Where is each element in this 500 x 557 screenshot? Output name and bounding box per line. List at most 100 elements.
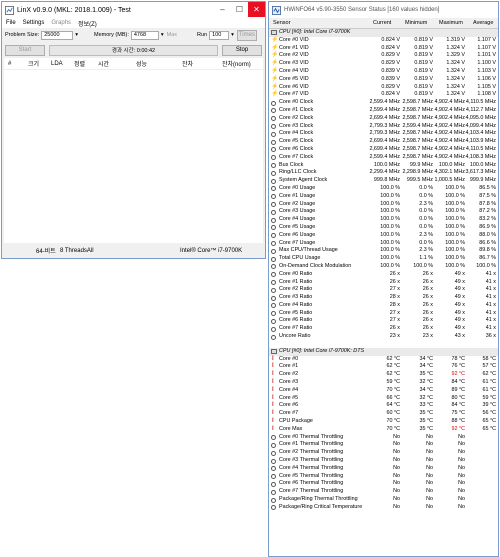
sensor-list[interactable]: CPU [#0]: Intel Core i7-9700K ⚡ Core #0 VI…	[269, 29, 498, 512]
sensor-row[interactable]: Max CPU/Thread Usage 100.0 % 2.3 % 100.0 % 8…	[269, 247, 498, 255]
sensor-row[interactable]: Core #3 Usage 100.0 % 0.0 % 100.0 % 87.2 %	[269, 208, 498, 216]
chevron-down-icon[interactable]: ▾	[75, 32, 78, 38]
sensor-row[interactable]: Bus Clock 100.0 MHz 99.9 MHz 100.0 MHz 100.0…	[269, 162, 498, 170]
menu-graphs[interactable]: Graphs	[51, 20, 71, 26]
col-lda[interactable]: LDA	[51, 61, 63, 67]
sensor-row[interactable]: ǀ Core Max 70 °C 35 °C 92 °C 65 °C	[269, 426, 498, 434]
sensor-name: Core #3	[279, 379, 299, 386]
col-maximum[interactable]: Maximum	[439, 20, 463, 26]
sensor-row[interactable]: Core #7 Thermal Throttling No No No	[269, 488, 498, 496]
voltage-icon: ⚡	[271, 75, 279, 82]
sensor-row[interactable]: ǀ Core #1 62 °C 34 °C 76 °C 57 °C	[269, 363, 498, 371]
menu-info[interactable]: 정보(Z)	[78, 19, 97, 28]
sensor-row[interactable]: Core #5 Usage 100.0 % 0.0 % 100.0 % 86.9 %	[269, 224, 498, 232]
sensor-row[interactable]: Core #4 Clock 2,799.3 MHz 2,598.7 MHz 4,902…	[269, 130, 498, 138]
sensor-group-header[interactable]: CPU [#0]: Intel Core i7-9700K: DTS	[269, 347, 498, 356]
sensor-row[interactable]: On-Demand Clock Modulation 100.0 % 100.0 %…	[269, 263, 498, 271]
col-size[interactable]: 크기	[28, 59, 39, 68]
sensor-row[interactable]: ⚡ Core #2 VID 0.829 V 0.819 V 1.329 V 1.101 V	[269, 52, 498, 60]
sensor-row[interactable]: ǀ Core #7 60 °C 35 °C 75 °C 56 °C	[269, 410, 498, 418]
sensor-row[interactable]: Core #5 Thermal Throttling No No No	[269, 473, 498, 481]
chevron-down-icon[interactable]: ▾	[231, 32, 234, 38]
sensor-row[interactable]: Core #5 Ratio 27 x 26 x 49 x 41 x	[269, 310, 498, 318]
sensor-current: 62 °C	[386, 363, 400, 370]
menu-settings[interactable]: Settings	[23, 20, 45, 26]
stop-button[interactable]: Stop	[222, 44, 262, 56]
sensor-row[interactable]: Core #2 Usage 100.0 % 2.3 % 100.0 % 87.8 %	[269, 201, 498, 209]
sensor-row[interactable]: ⚡ Core #4 VID 0.839 V 0.819 V 1.324 V 1.103 V	[269, 68, 498, 76]
sensor-row[interactable]: Core #6 Usage 100.0 % 2.3 % 100.0 % 88.0 %	[269, 232, 498, 240]
sensor-row[interactable]: Package/Ring Critical Temperature No No No	[269, 504, 498, 512]
sensor-row[interactable]: Core #4 Thermal Throttling No No No	[269, 465, 498, 473]
col-align[interactable]: 정렬	[74, 59, 85, 68]
sensor-row[interactable]: Core #4 Ratio 28 x 26 x 49 x 41 x	[269, 302, 498, 310]
close-button[interactable]: ✕	[248, 2, 265, 17]
sensor-current: 100.0 %	[380, 262, 400, 269]
sensor-minimum: 2,598.7 MHz	[402, 138, 433, 145]
start-button[interactable]: Start	[5, 44, 45, 56]
sensor-row[interactable]: Core #0 Clock 2,599.4 MHz 2,598.7 MHz 4,902…	[269, 99, 498, 107]
sensor-row[interactable]: Core #5 Clock 2,699.4 MHz 2,598.7 MHz 4,902…	[269, 138, 498, 146]
menu-file[interactable]: File	[6, 20, 16, 26]
col-index[interactable]: #	[8, 61, 11, 67]
sensor-row[interactable]: Core #3 Thermal Throttling No No No	[269, 457, 498, 465]
col-minimum[interactable]: Minimum	[405, 20, 427, 26]
col-residual[interactable]: 잔차	[182, 59, 193, 68]
sensor-row[interactable]: ǀ Core #4 70 °C 34 °C 89 °C 61 °C	[269, 387, 498, 395]
memory-input[interactable]: 4768	[130, 30, 159, 40]
sensor-row[interactable]: Core #0 Ratio 26 x 26 x 49 x 41 x	[269, 271, 498, 279]
sensor-row[interactable]: ⚡ Core #0 VID 0.824 V 0.819 V 1.319 V 1.107 V	[269, 37, 498, 45]
sensor-row[interactable]: Uncore Ratio 23 x 23 x 43 x 36 x	[269, 333, 498, 341]
sensor-row[interactable]: Core #6 Clock 2,699.4 MHz 2,598.7 MHz 4,902…	[269, 146, 498, 154]
sensor-row[interactable]: System Agent Clock 999.8 MHz 999.5 MHz 1,00…	[269, 177, 498, 185]
sensor-row[interactable]: Core #6 Ratio 27 x 26 x 49 x 41 x	[269, 317, 498, 325]
sensor-row[interactable]: ⚡ Core #3 VID 0.829 V 0.819 V 1.324 V 1.100 V	[269, 60, 498, 68]
sensor-minimum: 0.0 %	[419, 216, 433, 223]
sensor-row[interactable]: Core #3 Clock 2,799.3 MHz 2,599.4 MHz 4,902…	[269, 123, 498, 131]
sensor-row[interactable]: ⚡ Core #5 VID 0.839 V 0.819 V 1.324 V 1.106 V	[269, 76, 498, 84]
sensor-row[interactable]: ǀ Core #0 62 °C 34 °C 78 °C 58 °C	[269, 356, 498, 364]
problem-size-input[interactable]: 25000	[41, 30, 74, 40]
sensor-row[interactable]: ⚡ Core #6 VID 0.829 V 0.819 V 1.324 V 1.105 V	[269, 84, 498, 92]
sensor-row[interactable]: Core #0 Thermal Throttling No No No	[269, 434, 498, 442]
sensor-row[interactable]: ⚡ Core #1 VID 0.824 V 0.819 V 1.324 V 1.107 V	[269, 45, 498, 53]
col-residual-norm[interactable]: 잔차(norm)	[222, 59, 251, 68]
results-table-body[interactable]	[4, 70, 263, 243]
sensor-group-header[interactable]: CPU [#0]: Intel Core i7-9700K	[269, 29, 498, 37]
chevron-down-icon[interactable]: ▾	[161, 32, 164, 38]
sensor-row[interactable]: Core #2 Ratio 27 x 26 x 49 x 41 x	[269, 286, 498, 294]
sensor-row[interactable]: ǀ Core #2 62 °C 35 °C 92 °C 62 °C	[269, 371, 498, 379]
col-sensor[interactable]: Sensor	[273, 20, 290, 26]
sensor-row[interactable]: Core #7 Usage 100.0 % 0.0 % 100.0 % 86.6 %	[269, 240, 498, 248]
sensor-row[interactable]: Core #1 Thermal Throttling No No No	[269, 441, 498, 449]
sensor-row[interactable]: Core #2 Clock 2,699.4 MHz 2,598.7 MHz 4,902…	[269, 115, 498, 123]
run-input[interactable]: 100	[209, 30, 230, 40]
col-average[interactable]: Average	[473, 20, 493, 26]
col-performance[interactable]: 성능	[136, 59, 147, 68]
sensor-row[interactable]: Core #3 Ratio 28 x 26 x 49 x 41 x	[269, 294, 498, 302]
sensor-row[interactable]: Total CPU Usage 100.0 % 1.1 % 100.0 % 86.7 %	[269, 255, 498, 263]
minimize-button[interactable]: –	[214, 2, 231, 17]
sensor-row[interactable]: ǀ Core #6 64 °C 33 °C 84 °C 39 °C	[269, 402, 498, 410]
sensor-row[interactable]: Core #7 Ratio 26 x 26 x 49 x 41 x	[269, 325, 498, 333]
sensor-current: 100.0 %	[380, 223, 400, 230]
maximize-button[interactable]: ☐	[231, 2, 248, 17]
sensor-row[interactable]: Ring/LLC Clock 2,299.4 MHz 2,298.9 MHz 4,30…	[269, 169, 498, 177]
sensor-row[interactable]: ǀ Core #3 59 °C 32 °C 84 °C 61 °C	[269, 379, 498, 387]
sensor-row[interactable]: Core #2 Thermal Throttling No No No	[269, 449, 498, 457]
sensor-row[interactable]: Core #6 Thermal Throttling No No No	[269, 480, 498, 488]
col-current[interactable]: Current	[373, 20, 391, 26]
sensor-row[interactable]: ⚡ Core #7 VID 0.824 V 0.819 V 1.324 V 1.108 V	[269, 91, 498, 99]
sensor-row[interactable]: Core #0 Usage 100.0 % 0.0 % 100.0 % 86.5 %	[269, 185, 498, 193]
sensor-row[interactable]: Core #7 Clock 2,599.4 MHz 2,598.7 MHz 4,902…	[269, 154, 498, 162]
sensor-row[interactable]: Core #4 Usage 100.0 % 0.0 % 100.0 % 83.2 %	[269, 216, 498, 224]
sensor-row[interactable]: ǀ Core #5 66 °C 32 °C 80 °C 59 °C	[269, 395, 498, 403]
times-button[interactable]: Times	[236, 29, 257, 41]
sensor-name: Core #3 VID	[279, 60, 309, 67]
sensor-row[interactable]: Core #1 Clock 2,599.4 MHz 2,598.7 MHz 4,902…	[269, 107, 498, 115]
sensor-row[interactable]: Core #1 Ratio 26 x 26 x 49 x 41 x	[269, 279, 498, 287]
sensor-row[interactable]: ǀ CPU Package 70 °C 35 °C 88 °C 65 °C	[269, 418, 498, 426]
sensor-row[interactable]: Package/Ring Thermal Throttling No No No	[269, 496, 498, 504]
col-time[interactable]: 시간	[98, 59, 109, 68]
sensor-row[interactable]: Core #1 Usage 100.0 % 0.0 % 100.0 % 87.5 %	[269, 193, 498, 201]
